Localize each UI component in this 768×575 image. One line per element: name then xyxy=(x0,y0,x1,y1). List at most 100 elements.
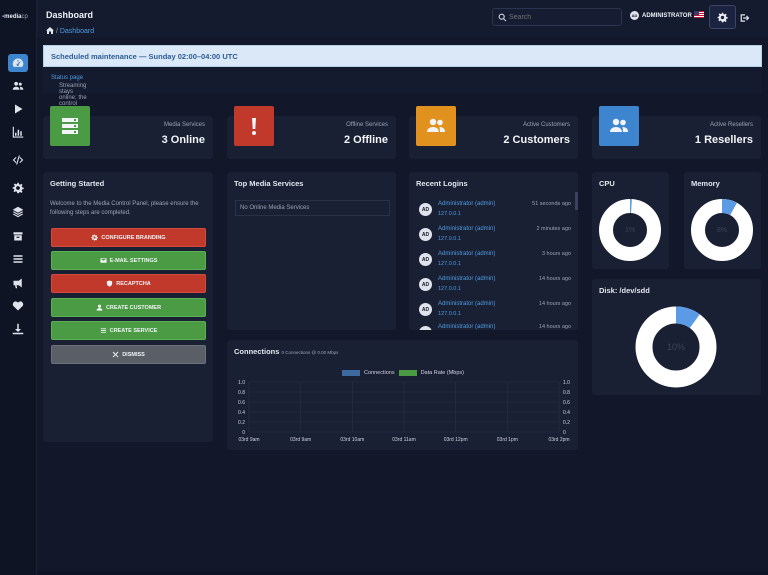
recaptcha-button[interactable]: RECAPTCHA xyxy=(51,274,206,293)
stat-card-active-resellers[interactable]: Active Resellers 1 Resellers xyxy=(592,106,761,159)
stat-icon-box xyxy=(234,106,274,146)
stat-icon-box xyxy=(599,106,639,146)
alert-details: Streaming stays online; the control pane… xyxy=(43,67,762,125)
login-ip[interactable]: 127.0.0.1 xyxy=(438,236,461,242)
sidebar-item-stats[interactable] xyxy=(8,123,28,141)
empty-state-text: No Online Media Services xyxy=(240,205,310,211)
footer-strip xyxy=(37,571,768,575)
settings-button[interactable] xyxy=(709,5,736,29)
getting-started-text: Welcome to the Media Control Panel, plea… xyxy=(50,201,199,216)
layers-icon xyxy=(12,206,24,218)
login-time: 14 hours ago xyxy=(538,276,571,282)
login-time: 3 hours ago xyxy=(541,251,571,257)
stat-card-active-customers[interactable]: Active Customers 2 Customers xyxy=(409,106,578,159)
create-service-button[interactable]: CREATE SERVICE xyxy=(51,321,206,340)
y-tick-label: 0.8 xyxy=(238,390,245,396)
avatar: AD xyxy=(419,303,432,316)
sidebar-item-media[interactable] xyxy=(8,100,28,118)
sidebar-item-dashboard[interactable] xyxy=(8,54,28,72)
login-ip[interactable]: 127.0.0.1 xyxy=(438,211,461,217)
sidebar-item-announcements[interactable] xyxy=(8,274,28,292)
logout-button[interactable] xyxy=(740,10,752,22)
sidebar-item-users[interactable] xyxy=(8,77,28,95)
y-tick-label: 0.4 xyxy=(563,410,570,416)
login-time: 2 minutes ago xyxy=(536,226,571,232)
search-icon xyxy=(498,13,507,22)
email-settings-button[interactable]: E-MAIL SETTINGS xyxy=(51,251,206,270)
stat-icon-box xyxy=(416,106,456,146)
breadcrumb: / Dashboard xyxy=(46,27,94,35)
sidebar-item-health[interactable] xyxy=(8,297,28,315)
stat-card-offline-services[interactable]: Offline Services 2 Offline xyxy=(227,106,396,159)
x-tick-label: 03rd 11am xyxy=(392,437,416,443)
top-media-services-panel: Top Media Services No Online Media Servi… xyxy=(227,172,396,330)
x-tick-label: 03rd 9am xyxy=(290,437,311,443)
users-icon xyxy=(12,81,24,90)
sidebar: ▪mediacp xyxy=(0,0,37,575)
sidebar-item-layers[interactable] xyxy=(8,203,28,221)
configure-branding-button[interactable]: CONFIGURE BRANDING xyxy=(51,228,206,247)
gauge-icon xyxy=(12,58,24,67)
avatar: AD xyxy=(419,203,432,216)
login-user[interactable]: Administrator (admin) xyxy=(438,324,495,330)
status-page-link[interactable]: Status page xyxy=(51,75,83,81)
list-icon xyxy=(13,255,23,263)
memory-panel: Memory 8% xyxy=(684,172,761,269)
login-time: 51 seconds ago xyxy=(532,201,571,207)
megaphone-icon xyxy=(13,278,22,289)
code-icon xyxy=(12,155,24,165)
sidebar-item-downloads[interactable] xyxy=(8,320,28,338)
maintenance-alert: Scheduled maintenance — Sunday 02:00–04:… xyxy=(43,45,762,67)
recent-logins-panel: Recent Logins AD Administrator (admin) 1… xyxy=(409,172,578,330)
login-user[interactable]: Administrator (admin) xyxy=(438,301,495,307)
breadcrumb-dashboard[interactable]: Dashboard xyxy=(60,28,94,35)
user-menu[interactable]: AD ADMINISTRATOR xyxy=(630,11,692,20)
search-input[interactable] xyxy=(509,10,619,24)
scrollbar[interactable] xyxy=(575,192,578,210)
stat-icon-box xyxy=(50,106,90,146)
login-ip[interactable]: 127.0.0.1 xyxy=(438,261,461,267)
login-item[interactable]: AD Administrator (admin) 127.0.0.1 3 hou… xyxy=(416,251,571,273)
stat-value: 1 Resellers xyxy=(694,134,753,146)
sidebar-item-packages[interactable] xyxy=(8,227,28,245)
dismiss-button[interactable]: DISMISS xyxy=(51,345,206,364)
gear-icon xyxy=(717,12,728,22)
us-flag-icon[interactable] xyxy=(694,11,704,18)
envelope-icon xyxy=(100,258,107,263)
login-item[interactable]: AD Administrator (admin) 14 hours ago xyxy=(416,324,571,330)
login-user[interactable]: Administrator (admin) xyxy=(438,276,495,282)
y-tick-label: 0.6 xyxy=(563,400,570,406)
stat-label: Media Services xyxy=(163,122,205,128)
create-customer-button[interactable]: CREATE CUSTOMER xyxy=(51,298,206,317)
sidebar-item-api[interactable] xyxy=(8,151,28,169)
login-user[interactable]: Administrator (admin) xyxy=(438,251,495,257)
login-user[interactable]: Administrator (admin) xyxy=(438,226,495,232)
login-item[interactable]: AD Administrator (admin) 127.0.0.1 14 ho… xyxy=(416,276,571,298)
button-label: E-MAIL SETTINGS xyxy=(109,257,158,264)
y-tick-label: 0 xyxy=(563,430,566,436)
y-tick-label: 0.8 xyxy=(563,390,570,396)
login-item[interactable]: AD Administrator (admin) 127.0.0.1 51 se… xyxy=(416,201,571,223)
sidebar-item-settings[interactable] xyxy=(8,179,28,197)
login-user[interactable]: Administrator (admin) xyxy=(438,201,495,207)
breadcrumb-separator: / xyxy=(55,28,58,35)
avatar: AD xyxy=(419,253,432,266)
y-tick-label: 0.2 xyxy=(563,420,570,426)
sidebar-item-list[interactable] xyxy=(8,250,28,268)
button-label: CREATE SERVICE xyxy=(109,327,158,334)
login-ip[interactable]: 127.0.0.1 xyxy=(438,286,461,292)
users-icon xyxy=(610,118,628,132)
avatar: AD xyxy=(630,11,639,20)
app-logo[interactable]: ▪mediacp xyxy=(2,14,28,20)
search-box[interactable] xyxy=(492,8,622,26)
x-tick-label: 03rd 2pm xyxy=(548,437,569,443)
getting-started-panel: Getting Started Welcome to the Media Con… xyxy=(43,172,213,442)
close-icon xyxy=(112,351,119,358)
stat-card-media-services[interactable]: Media Services 3 Online xyxy=(43,106,213,159)
x-tick-label: 03rd 10am xyxy=(340,437,364,443)
home-icon[interactable] xyxy=(46,27,54,34)
login-item[interactable]: AD Administrator (admin) 127.0.0.1 14 ho… xyxy=(416,301,571,323)
login-ip[interactable]: 127.0.0.1 xyxy=(438,311,461,317)
login-item[interactable]: AD Administrator (admin) 127.0.0.1 2 min… xyxy=(416,226,571,248)
cpu-panel: CPU 1% xyxy=(592,172,669,269)
